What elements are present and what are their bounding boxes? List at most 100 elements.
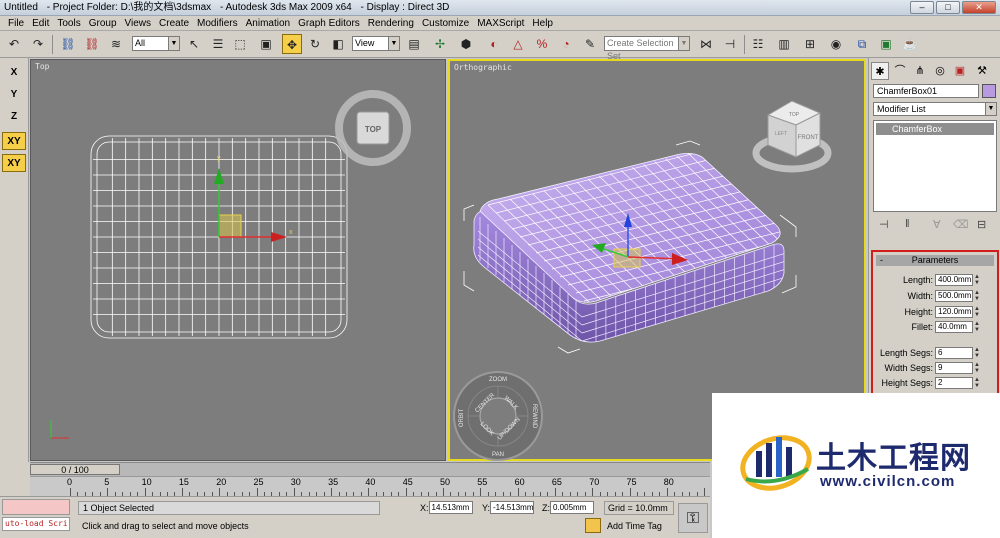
viewcube-ortho[interactable]: TOP FRONT LEFT: [750, 95, 834, 179]
menu-edit[interactable]: Edit: [28, 16, 53, 31]
angle-snap-icon[interactable]: △: [508, 34, 528, 54]
undo-icon[interactable]: ↶: [4, 34, 24, 54]
bind-space-warp-icon[interactable]: ≋: [106, 34, 126, 54]
constrain-plane-button[interactable]: XY: [2, 154, 26, 172]
spinner-icon[interactable]: ▲ ▼: [974, 274, 980, 286]
display-tab-icon[interactable]: ▣: [951, 62, 969, 80]
keyboard-shortcut-icon[interactable]: ⬢: [456, 34, 476, 54]
spinner-icon[interactable]: ▲ ▼: [974, 321, 980, 333]
select-by-name-icon[interactable]: ☰: [208, 34, 228, 54]
layer-manager-icon[interactable]: ☷: [748, 34, 768, 54]
parameters-rollout-header[interactable]: - Parameters: [876, 255, 994, 266]
mirror-icon[interactable]: ⋈: [696, 34, 716, 54]
constrain-x-button[interactable]: X: [2, 64, 26, 82]
width-segs-field[interactable]: 9: [935, 362, 973, 374]
coord-z-field[interactable]: 0.005mm: [550, 501, 594, 514]
select-and-move-icon[interactable]: ✥: [282, 34, 302, 54]
show-end-result-icon[interactable]: ‖: [905, 218, 910, 230]
wheel-orbit[interactable]: ORBIT: [459, 409, 465, 428]
wheel-rewind[interactable]: REWIND: [531, 404, 537, 429]
align-icon[interactable]: ⊣: [720, 34, 740, 54]
select-and-rotate-icon[interactable]: ↻: [305, 34, 325, 54]
unlink-icon[interactable]: ⛓: [82, 34, 102, 54]
spinner-icon[interactable]: ▲ ▼: [974, 290, 980, 302]
menu-tools[interactable]: Tools: [53, 16, 84, 31]
spinner-icon[interactable]: ▲ ▼: [974, 347, 980, 359]
viewcube-top[interactable]: TOP: [335, 90, 411, 166]
object-name-field[interactable]: ChamferBox01: [873, 84, 979, 98]
menu-maxscript[interactable]: MAXScript: [473, 16, 528, 31]
utilities-tab-icon[interactable]: ⚒: [973, 62, 991, 80]
mini-curve-editor-icon[interactable]: [0, 476, 30, 496]
modifier-list-dropdown[interactable]: Modifier List ▼: [873, 102, 997, 116]
selection-lock-toggle[interactable]: [585, 518, 601, 533]
menu-file[interactable]: File: [4, 16, 28, 31]
height-segs-field[interactable]: 2: [935, 377, 973, 389]
viewcube-face-left[interactable]: LEFT: [775, 131, 787, 137]
modify-tab-icon[interactable]: ⌒: [891, 62, 909, 80]
constrain-z-button[interactable]: Z: [2, 108, 26, 126]
redo-icon[interactable]: ↷: [28, 34, 48, 54]
wheel-zoom[interactable]: ZOOM: [489, 377, 507, 383]
link-icon[interactable]: ⛓: [58, 34, 78, 54]
pivot-center-icon[interactable]: ▤: [404, 34, 424, 54]
viewport-top[interactable]: Top y x TOP: [30, 59, 446, 461]
coord-x-field[interactable]: 14.513mm: [428, 501, 473, 514]
make-unique-icon[interactable]: ∀: [933, 218, 941, 231]
length-segs-field[interactable]: 6: [935, 347, 973, 359]
add-time-tag[interactable]: Add Time Tag: [604, 519, 674, 533]
maxscript-listener-output[interactable]: [2, 499, 70, 515]
time-slider-thumb[interactable]: 0 / 100: [30, 464, 120, 475]
motion-tab-icon[interactable]: ◎: [931, 62, 949, 80]
select-and-scale-icon[interactable]: ◧: [328, 34, 348, 54]
close-button[interactable]: ✕: [962, 1, 996, 14]
wheel-pan[interactable]: PAN: [492, 452, 504, 458]
stack-item-chamferbox[interactable]: ChamferBox: [876, 123, 994, 135]
menu-views[interactable]: Views: [121, 16, 156, 31]
length-field[interactable]: 400.0mm: [935, 274, 973, 286]
menu-help[interactable]: Help: [528, 16, 557, 31]
viewcube-face-top[interactable]: TOP: [789, 112, 800, 118]
constrain-xy-button[interactable]: XY: [2, 132, 26, 150]
spinner-icon[interactable]: ▲ ▼: [974, 362, 980, 374]
menu-group[interactable]: Group: [85, 16, 121, 31]
fillet-field[interactable]: 40.0mm: [935, 321, 973, 333]
percent-snap-icon[interactable]: %: [532, 34, 552, 54]
hierarchy-tab-icon[interactable]: ⋔: [911, 62, 929, 80]
menu-customize[interactable]: Customize: [418, 16, 473, 31]
configure-sets-icon[interactable]: ⊟: [977, 218, 986, 231]
maxscript-listener-input[interactable]: uto-load Scri: [2, 517, 70, 531]
track-bar[interactable]: 0 5 10 15 20 25 30 35 40 45 50 55 60 65 70 75 80: [30, 476, 710, 496]
menu-rendering[interactable]: Rendering: [364, 16, 418, 31]
maximize-button[interactable]: □: [936, 1, 960, 14]
menu-graph-editors[interactable]: Graph Editors: [294, 16, 364, 31]
render-setup-icon[interactable]: ⧉: [852, 34, 872, 54]
window-crossing-icon[interactable]: ▣: [256, 34, 276, 54]
selection-region-icon[interactable]: ⬚: [230, 34, 250, 54]
width-field[interactable]: 500.0mm: [935, 290, 973, 302]
reference-coordinate-dropdown[interactable]: View ▼: [352, 36, 400, 51]
material-editor-icon[interactable]: ◉: [826, 34, 846, 54]
menu-animation[interactable]: Animation: [242, 16, 294, 31]
edit-named-selection-icon[interactable]: ✎: [580, 34, 600, 54]
spinner-snap-icon[interactable]: ◔: [556, 34, 576, 54]
time-slider[interactable]: 0 / 100: [30, 462, 710, 476]
create-tab-icon[interactable]: ✱: [871, 62, 889, 80]
viewcube-face-front[interactable]: FRONT: [798, 135, 819, 141]
constrain-y-button[interactable]: Y: [2, 86, 26, 104]
schematic-view-icon[interactable]: ⊞: [800, 34, 820, 54]
pin-stack-icon[interactable]: ⊣: [879, 218, 889, 231]
remove-modifier-icon[interactable]: ⌫: [953, 218, 969, 231]
rendered-frame-window-icon[interactable]: ▣: [876, 34, 896, 54]
minimize-button[interactable]: –: [910, 1, 934, 14]
height-field[interactable]: 120.0mm: [935, 306, 973, 318]
key-icon[interactable]: ⚿: [678, 503, 708, 533]
select-object-icon[interactable]: ↖: [184, 34, 204, 54]
steering-wheel-icon[interactable]: ZOOM ORBIT CENTER WALK REWIND LOOK UP/DO…: [452, 370, 544, 462]
menu-modifiers[interactable]: Modifiers: [193, 16, 242, 31]
spinner-icon[interactable]: ▲ ▼: [974, 306, 980, 318]
viewcube-face-top[interactable]: TOP: [365, 125, 382, 134]
named-selection-dropdown[interactable]: Create Selection Set ▼: [604, 36, 690, 61]
spinner-icon[interactable]: ▲ ▼: [974, 377, 980, 389]
selection-filter-dropdown[interactable]: All ▼: [132, 36, 180, 51]
